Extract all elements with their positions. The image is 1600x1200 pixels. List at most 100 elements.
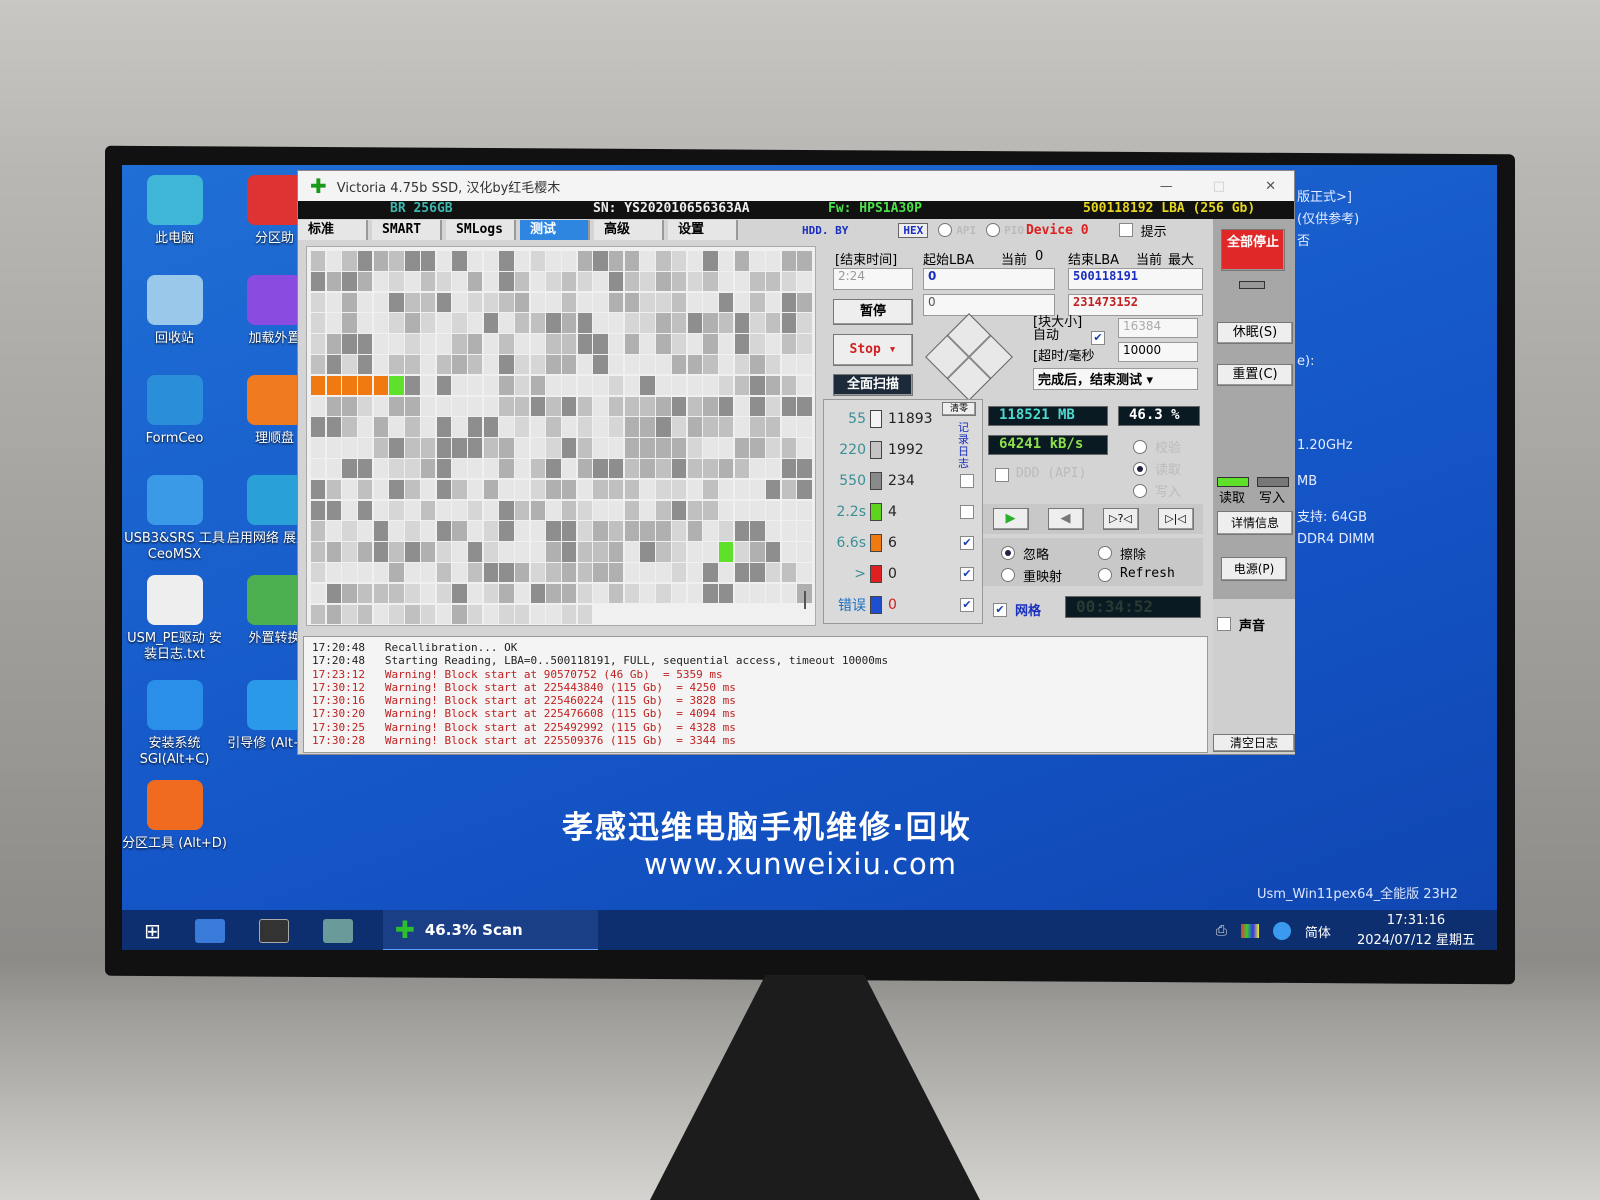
tab-test[interactable]: 测试 — [520, 220, 590, 240]
current-lba-field[interactable]: 231473152 — [1068, 294, 1203, 316]
log-text: Warning! Block start at 225509376 (115 G… — [384, 734, 736, 748]
scan-block — [718, 354, 734, 375]
verify-radio[interactable] — [1133, 440, 1147, 454]
power-button[interactable]: 电源(P) — [1221, 557, 1287, 581]
scan-block — [703, 479, 718, 500]
legend-checkbox[interactable]: ✔ — [960, 567, 974, 581]
scan-block — [373, 354, 389, 375]
block-size-select[interactable]: 16384 — [1118, 318, 1198, 338]
maximize-button[interactable]: □ — [1213, 179, 1225, 194]
legend-checkbox[interactable]: ✔ — [960, 536, 974, 550]
display-icon[interactable] — [1240, 924, 1259, 938]
api-radio[interactable] — [938, 223, 953, 237]
grid-scrollbar[interactable] — [804, 591, 806, 609]
hdd-by-link[interactable]: HDD. BY — [802, 224, 848, 237]
network-icon[interactable] — [1272, 922, 1291, 940]
hex-button[interactable]: HEX — [898, 222, 929, 238]
desktop-icon[interactable]: 分区工具 (Alt+D) — [122, 780, 227, 852]
usb-icon[interactable]: ⎙ — [1216, 923, 1227, 939]
remap-radio[interactable] — [1001, 568, 1015, 582]
scan-block — [765, 562, 781, 583]
clock[interactable]: 17:31:16 2024/07/12 星期五 — [1357, 911, 1475, 950]
details-button[interactable]: 详情信息 — [1217, 511, 1293, 535]
pio-radio[interactable] — [986, 223, 1001, 237]
skip-icon[interactable]: ▷?◁ — [1102, 508, 1139, 530]
desktop-icon[interactable]: 回收站 — [122, 275, 227, 347]
pio-label: PIO — [1004, 223, 1024, 237]
legend-checkbox[interactable]: ✔ — [960, 598, 974, 612]
app-icon — [146, 680, 203, 730]
timeout-select[interactable]: 10000 — [1118, 342, 1198, 362]
read-radio[interactable] — [1133, 462, 1147, 476]
desktop-icon[interactable]: USM_PE驱动 安装日志.txt — [122, 575, 227, 663]
close-button[interactable]: ✕ — [1265, 179, 1276, 194]
sleep-button[interactable]: 休眠(S) — [1217, 322, 1293, 344]
start-icon[interactable]: ⊞ — [144, 919, 161, 943]
pause-button[interactable]: 暂停 — [833, 299, 913, 325]
grid-checkbox[interactable]: ✔ — [993, 603, 1007, 617]
sound-checkbox[interactable] — [1217, 617, 1231, 631]
latency-threshold: 550 — [839, 473, 866, 489]
end-time-field[interactable]: 2:24 — [833, 268, 913, 290]
tool-icon[interactable] — [194, 919, 225, 943]
stop-all-button[interactable]: 全部停止 — [1221, 229, 1285, 271]
legend-checkbox[interactable] — [960, 505, 974, 519]
full-scan-button[interactable]: 全面扫描 — [833, 374, 913, 396]
app-icon — [246, 680, 303, 730]
play-icon[interactable]: ▶ — [992, 508, 1029, 530]
scan-block — [577, 500, 593, 521]
clear-log-button[interactable]: 清空日志 — [1213, 734, 1295, 752]
desktop-icon[interactable]: 此电脑 — [122, 175, 227, 247]
scan-block — [609, 271, 624, 292]
hint-checkbox[interactable] — [1118, 223, 1133, 237]
auto-block-checkbox[interactable]: ✔ — [1091, 331, 1105, 345]
tab-smlogs[interactable]: SMLogs — [446, 220, 516, 240]
legend-checkbox[interactable] — [960, 474, 974, 488]
end-current-button[interactable]: 当前 — [1136, 249, 1162, 268]
terminal-icon[interactable] — [258, 919, 289, 943]
end-icon[interactable]: ▷|◁ — [1157, 508, 1194, 530]
minimize-button[interactable]: — — [1160, 179, 1173, 194]
tab-advanced[interactable]: 高级 — [594, 220, 664, 240]
scan-block — [703, 271, 718, 292]
write-radio[interactable] — [1133, 484, 1147, 498]
desktop-icon[interactable]: USB3&SRS 工具CeoMSX — [122, 475, 227, 563]
log-line: 17:23:12 Warning! Block start at 9057075… — [312, 668, 1199, 681]
start-current-button[interactable]: 当前 — [1001, 249, 1027, 268]
start-lba-field[interactable]: 0 — [923, 268, 1055, 290]
scan-block — [311, 438, 326, 458]
scan-block — [734, 500, 749, 521]
scan-block — [483, 417, 498, 437]
scan-block — [593, 292, 608, 313]
ddd-checkbox[interactable] — [995, 468, 1009, 482]
tab-standard[interactable]: 标准 — [298, 220, 368, 240]
tab-smart[interactable]: SMART — [372, 220, 442, 240]
scan-block — [373, 313, 389, 333]
scan-block — [687, 313, 702, 333]
desktop-icon[interactable]: 安装系统 SGI(Alt+C) — [122, 680, 227, 768]
clear-legend-button[interactable]: 清零 — [942, 402, 976, 416]
percent-display: 46.3 % — [1118, 406, 1200, 426]
explorer-icon[interactable] — [322, 919, 353, 943]
taskbar-victoria-task[interactable]: ✚ 46.3% Scan — [382, 910, 598, 950]
desktop-icon[interactable]: FormCeo — [122, 375, 227, 447]
reset-button[interactable]: 重置(C) — [1217, 364, 1293, 386]
scan-block — [577, 292, 593, 313]
end-lba-field[interactable]: 500118191 — [1068, 268, 1203, 290]
scan-block — [546, 396, 561, 417]
stop-button[interactable]: Stop ▾ — [833, 334, 913, 366]
scan-block — [358, 500, 373, 521]
refresh-radio[interactable] — [1098, 568, 1112, 582]
erase-radio[interactable] — [1098, 546, 1112, 560]
back-icon[interactable]: ◀ — [1047, 508, 1084, 530]
after-complete-select[interactable]: 完成后，结束测试 ▾ — [1033, 368, 1198, 390]
start-lba-secondary-field[interactable]: 0 — [923, 294, 1055, 316]
ime-indicator[interactable]: 简体 — [1305, 922, 1331, 941]
scan-block — [687, 583, 702, 604]
scan-block — [797, 458, 812, 479]
ignore-radio[interactable] — [1001, 546, 1015, 560]
scan-block — [609, 562, 624, 583]
end-max-button[interactable]: 最大 — [1168, 249, 1194, 268]
tab-settings[interactable]: 设置 — [668, 220, 738, 240]
scan-block — [640, 313, 655, 333]
